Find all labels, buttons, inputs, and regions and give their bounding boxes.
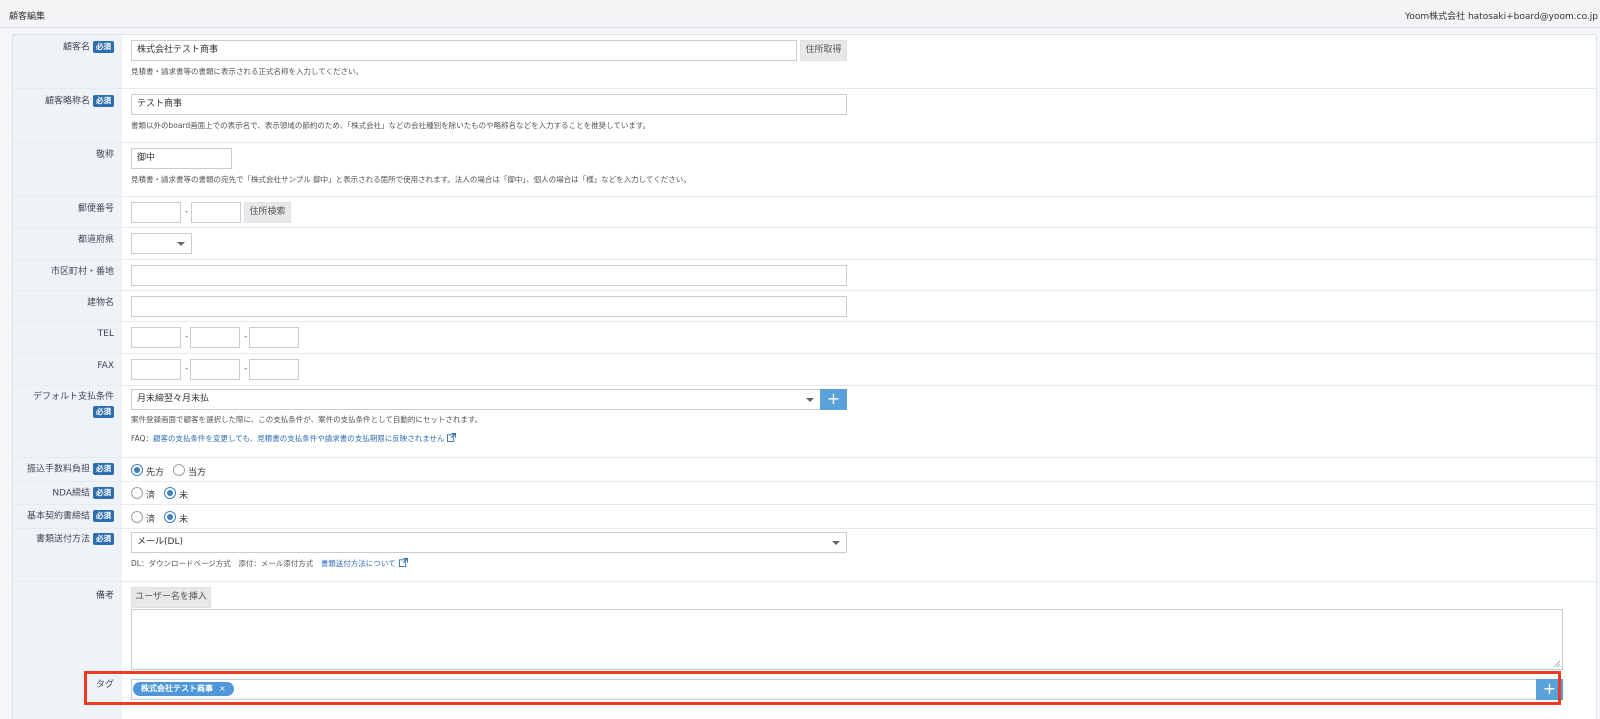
tel-dash-2: - <box>244 332 248 342</box>
row-notes: 備考 ユーザー名を挿入 <box>13 582 1598 674</box>
tel-input-2[interactable] <box>190 327 240 348</box>
page-title: 顧客編集 <box>9 12 46 22</box>
row-delivery-method: 書類送付方法 必須 メール(DL) DL：ダウンロードページ方式 添付：メール添付… <box>13 529 1598 582</box>
tel-label: TEL <box>97 329 114 339</box>
transfer-fee-option-client: 先方 <box>146 468 165 478</box>
get-address-button[interactable]: 住所取得 <box>800 40 847 61</box>
required-badge: 必須 <box>93 406 114 418</box>
top-bar: 顧客編集 Yoom株式会社 hatosaki+board@yoom.co.jp <box>0 0 1600 28</box>
building-label: 建物名 <box>86 298 114 308</box>
nda-radio-not-done[interactable] <box>164 487 176 499</box>
fax-label: FAX <box>97 361 114 371</box>
short-name-help: 書類以外のboard画面上での表示名で、表示領域の節約のため、「株式会社」などの… <box>131 121 651 130</box>
chevron-down-icon <box>832 541 840 545</box>
row-payment-terms: デフォルト支払条件 必須 月末締翌々月末払 + 案件登録画面で顧客を選択した際に… <box>13 386 1598 458</box>
short-name-label: 顧客略称名 必須 <box>13 95 122 108</box>
basic-contract-label: 基本契約書締結 必須 <box>13 510 122 523</box>
customer-edit-form: 顧客名 必須 株式会社テスト商事 住所取得 見積書・請求書等の書類に表示される正式… <box>12 34 1598 719</box>
faq-link[interactable]: 顧客の支払条件を変更しても、見積書の支払条件や請求書の支払期限に反映されません <box>153 434 444 443</box>
delivery-method-label: 書類送付方法 必須 <box>13 533 122 546</box>
customer-name-input[interactable]: 株式会社テスト商事 <box>131 40 797 61</box>
payment-terms-help: 案件登録画面で顧客を選択した際に、この支払条件が、案件の支払条件として自動的にセ… <box>131 415 483 424</box>
delivery-method-link[interactable]: 書類送付方法について <box>321 559 396 568</box>
customer-name-help: 見積書・請求書等の書類に表示される正式名称を入力してください。 <box>131 67 364 76</box>
postal-dash: - <box>185 207 189 217</box>
row-transfer-fee: 振込手数料負担 必須 先方 当方 <box>13 458 1598 482</box>
external-link-icon[interactable] <box>447 433 457 442</box>
row-fax: FAX - - <box>13 354 1598 386</box>
prefecture-select[interactable] <box>131 233 192 254</box>
basic-contract-radio-not-done[interactable] <box>164 511 176 523</box>
short-name-input[interactable]: テスト商事 <box>131 94 847 115</box>
row-nda: NDA締結 必須 済 未 <box>13 482 1598 505</box>
row-tel: TEL - - <box>13 322 1598 354</box>
fax-dash-2: - <box>244 364 248 374</box>
required-badge: 必須 <box>93 463 114 475</box>
postal-code-label: 郵便番号 <box>77 204 114 214</box>
required-badge: 必須 <box>93 41 114 53</box>
external-link-icon[interactable] <box>398 558 408 567</box>
payment-terms-faq: FAQ：顧客の支払条件を変更しても、見積書の支払条件や請求書の支払期限に反映され… <box>131 433 457 444</box>
row-postal-code: 郵便番号 - 住所検索 <box>13 197 1598 228</box>
postal-code-input-1[interactable] <box>131 202 181 223</box>
payment-terms-label: デフォルト支払条件 必須 <box>32 392 114 418</box>
required-badge: 必須 <box>93 487 114 499</box>
basic-contract-option-not-done: 未 <box>179 515 189 525</box>
row-building: 建物名 <box>13 291 1598 322</box>
basic-contract-option-done: 済 <box>146 515 156 525</box>
row-city-address: 市区町村・番地 <box>13 260 1598 291</box>
row-prefecture: 都道府県 <box>13 228 1598 260</box>
tel-dash-1: - <box>185 332 189 342</box>
honorific-input[interactable]: 御中 <box>131 148 232 169</box>
required-badge: 必須 <box>93 533 114 545</box>
payment-terms-select[interactable]: 月末締翌々月末払 <box>131 389 821 410</box>
account-info[interactable]: Yoom株式会社 hatosaki+board@yoom.co.jp <box>1405 9 1598 22</box>
tel-input-1[interactable] <box>131 327 181 348</box>
city-address-input[interactable] <box>131 265 847 286</box>
address-search-button[interactable]: 住所検索 <box>244 202 291 223</box>
transfer-fee-radio-self[interactable] <box>173 464 185 476</box>
nda-option-done: 済 <box>146 491 156 501</box>
transfer-fee-label: 振込手数料負担 必須 <box>13 463 122 476</box>
fax-input-1[interactable] <box>131 359 181 380</box>
fax-input-3[interactable] <box>249 359 299 380</box>
row-basic-contract: 基本契約書締結 必須 済 未 <box>13 505 1598 529</box>
required-badge: 必須 <box>93 510 114 522</box>
tag-highlight-box <box>84 671 1561 705</box>
nda-label: NDA締結 必須 <box>13 487 122 500</box>
honorific-help: 見積書・請求書等の書類の宛先で「株式会社サンプル 御中」と表示される箇所で使用さ… <box>131 175 691 184</box>
row-honorific: 敬称 御中 見積書・請求書等の書類の宛先で「株式会社サンプル 御中」と表示される… <box>13 143 1598 197</box>
notes-label: 備考 <box>95 591 114 601</box>
resize-handle-icon[interactable] <box>1553 660 1561 668</box>
building-input[interactable] <box>131 296 847 317</box>
transfer-fee-option-self: 当方 <box>188 468 207 478</box>
postal-code-input-2[interactable] <box>191 202 241 223</box>
chevron-down-icon <box>806 398 814 402</box>
add-payment-term-button[interactable]: + <box>820 389 847 410</box>
chevron-down-icon <box>177 242 185 246</box>
fax-dash-1: - <box>185 364 189 374</box>
nda-option-not-done: 未 <box>179 491 189 501</box>
basic-contract-radio-done[interactable] <box>131 511 143 523</box>
honorific-label: 敬称 <box>95 150 114 160</box>
tel-input-3[interactable] <box>249 327 299 348</box>
row-short-name: 顧客略称名 必須 テスト商事 書類以外のboard画面上での表示名で、表示領域の節… <box>13 89 1598 143</box>
row-customer-name: 顧客名 必須 株式会社テスト商事 住所取得 見積書・請求書等の書類に表示される正式… <box>13 35 1598 89</box>
city-address-label: 市区町村・番地 <box>50 267 114 277</box>
nda-radio-done[interactable] <box>131 487 143 499</box>
customer-name-label: 顧客名 必須 <box>13 41 122 54</box>
delivery-method-help: DL：ダウンロードページ方式 添付：メール添付方式 書類送付方法について <box>131 558 408 569</box>
notes-textarea[interactable] <box>131 609 1563 670</box>
transfer-fee-radio-client[interactable] <box>131 464 143 476</box>
delivery-method-select[interactable]: メール(DL) <box>131 532 847 553</box>
fax-input-2[interactable] <box>190 359 240 380</box>
required-badge: 必須 <box>93 95 114 107</box>
insert-username-button[interactable]: ユーザー名を挿入 <box>131 587 211 608</box>
prefecture-label: 都道府県 <box>77 235 114 245</box>
